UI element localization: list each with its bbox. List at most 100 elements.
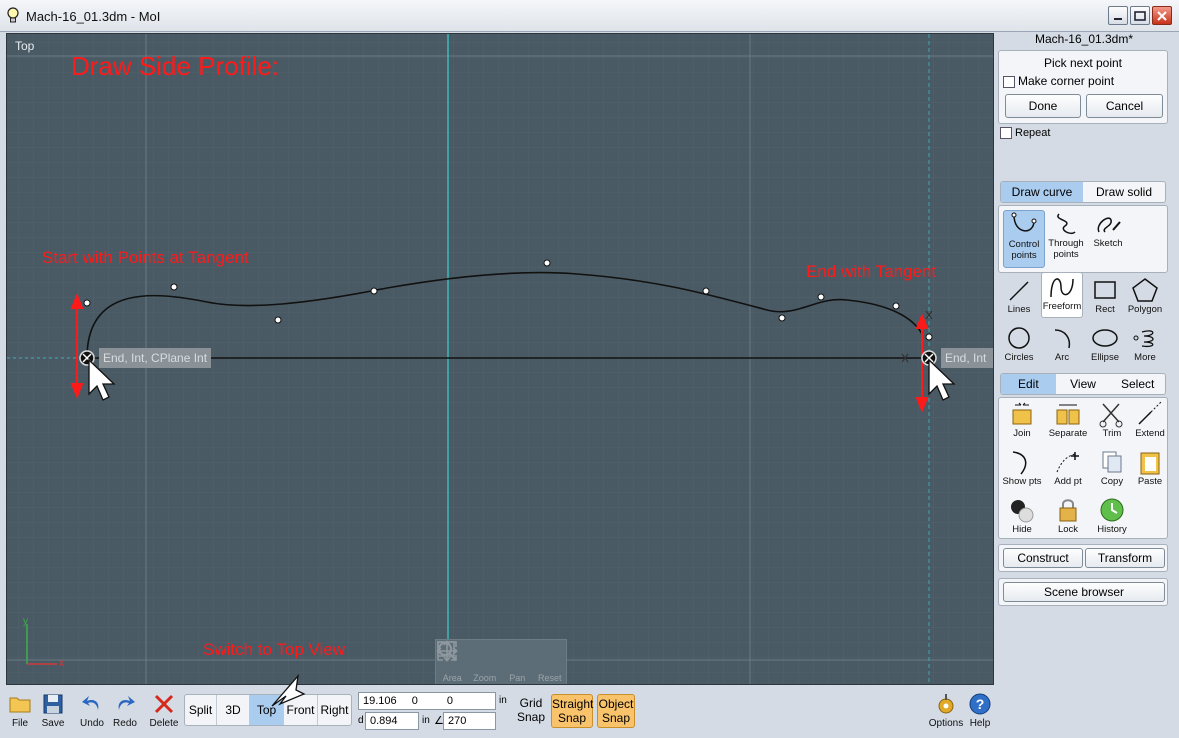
distance-input[interactable]: 0.894 <box>365 712 419 730</box>
freeform-tool[interactable]: Freeform <box>1041 272 1083 318</box>
repeat-checkbox[interactable] <box>1000 127 1012 140</box>
tab-draw-solid[interactable]: Draw solid <box>1083 182 1165 202</box>
paste-label: Paste <box>1137 476 1163 487</box>
polygon-label: Polygon <box>1127 304 1163 315</box>
delete-x-icon <box>154 694 174 714</box>
scene-browser-button[interactable]: Scene browser <box>1003 582 1165 602</box>
freeform-label: Freeform <box>1042 301 1082 312</box>
tab-view[interactable]: View <box>1056 374 1111 394</box>
folder-icon <box>9 697 31 713</box>
arc-icon <box>1054 329 1071 349</box>
lock-tool[interactable]: Lock <box>1047 496 1089 535</box>
control-point <box>778 314 786 322</box>
show-points-tool[interactable]: Show pts <box>1001 448 1043 487</box>
through-points-tool[interactable]: Through points <box>1045 210 1087 260</box>
rect-tool[interactable]: Rect <box>1084 276 1126 315</box>
repeat-option[interactable]: Repeat <box>1000 127 1050 140</box>
done-button[interactable]: Done <box>1005 94 1081 118</box>
circles-tool[interactable]: Circles <box>998 324 1040 363</box>
sketch-tool[interactable]: Sketch <box>1087 210 1129 249</box>
hide-tool[interactable]: Hide <box>1001 496 1043 535</box>
copy-icon <box>1102 451 1122 473</box>
options-button[interactable]: Options <box>926 692 966 736</box>
top-viewport[interactable]: Top Draw Side Profile: Start with Points… <box>6 33 994 685</box>
file-button[interactable]: File <box>2 692 38 736</box>
corner-point-checkbox[interactable] <box>1003 75 1015 88</box>
coordinate-input[interactable]: 19.106 0 0 <box>358 692 496 710</box>
control-points-tool[interactable]: Control points <box>1003 210 1045 268</box>
redo-button[interactable]: Redo <box>107 692 143 736</box>
save-button[interactable]: Save <box>35 692 71 736</box>
coord-x: 19.106 <box>363 695 397 707</box>
save-label: Save <box>41 718 65 729</box>
control-point <box>543 259 551 267</box>
undo-button[interactable]: Undo <box>74 692 110 736</box>
3d-view-button[interactable]: 3D <box>217 695 250 725</box>
circle-icon <box>1008 327 1030 349</box>
add-point-icon <box>1056 452 1079 473</box>
add-point-tool[interactable]: Add pt <box>1047 448 1089 487</box>
close-button[interactable] <box>1152 6 1172 25</box>
right-view-button[interactable]: Right <box>318 695 351 725</box>
separate-tool[interactable]: Separate <box>1047 400 1089 439</box>
grid-snap-button[interactable]: Grid Snap <box>514 694 548 728</box>
freeform-curve-icon <box>1050 278 1074 298</box>
rectangle-icon <box>1094 281 1116 299</box>
control-point <box>370 287 378 295</box>
straight-snap-button[interactable]: Straight Snap <box>551 694 593 728</box>
separate-label: Separate <box>1048 428 1088 439</box>
arc-tool[interactable]: Arc <box>1041 324 1083 363</box>
annotation-switch-view: Switch to Top View <box>203 640 346 659</box>
angle-input[interactable]: 270 <box>443 712 496 730</box>
close-icon <box>1157 10 1167 21</box>
zoom-tool[interactable]: Zoom <box>438 640 502 684</box>
control-point <box>83 299 91 307</box>
edit-tools-box: Join Separate Trim Extend Show pts Add p… <box>998 397 1168 539</box>
maximize-button[interactable] <box>1130 6 1150 25</box>
history-label: History <box>1097 524 1127 535</box>
split-view-button[interactable]: Split <box>185 695 217 725</box>
minimize-button[interactable] <box>1108 6 1128 25</box>
circles-label: Circles <box>1004 352 1034 363</box>
reset-tool[interactable]: Reset <box>437 640 567 684</box>
paste-tool[interactable]: Paste <box>1129 448 1171 487</box>
corner-point-option[interactable]: Make corner point <box>1003 74 1114 88</box>
join-tool[interactable]: Join <box>1001 400 1043 439</box>
object-snap-button[interactable]: Object Snap <box>597 694 635 728</box>
tab-edit[interactable]: Edit <box>1001 374 1056 394</box>
history-tool[interactable]: History <box>1091 496 1133 535</box>
extend-label: Extend <box>1135 428 1165 439</box>
ellipse-tool[interactable]: Ellipse <box>1084 324 1126 363</box>
more-tool[interactable]: More <box>1124 324 1166 363</box>
paste-clipboard-icon <box>1140 452 1160 475</box>
snap-tooltip-right: End, Int <box>941 348 993 368</box>
distance-unit: in <box>422 715 430 726</box>
cancel-button[interactable]: Cancel <box>1086 94 1163 118</box>
copy-tool[interactable]: Copy <box>1091 448 1133 487</box>
join-icon <box>1012 402 1032 425</box>
help-button[interactable]: ? Help <box>962 692 998 736</box>
pan-tool[interactable]: Pan <box>436 640 534 684</box>
through-points-label: Through points <box>1048 238 1084 260</box>
command-options-box: Pick next point Make corner point Done C… <box>998 50 1168 124</box>
more-label: More <box>1134 352 1156 363</box>
help-icon: ? <box>969 693 991 715</box>
trim-tool[interactable]: Trim <box>1091 400 1133 439</box>
annotation-start: Start with Points at Tangent <box>42 248 249 267</box>
redo-icon <box>118 696 135 710</box>
tab-draw-curve[interactable]: Draw curve <box>1001 182 1083 202</box>
file-name: Mach-16_01.3dm* <box>1034 32 1134 46</box>
extend-tool[interactable]: Extend <box>1129 400 1171 439</box>
control-points-curve-icon <box>1011 212 1037 232</box>
curve-tools-box: Control points Through points Sketch <box>998 205 1168 273</box>
polygon-tool[interactable]: Polygon <box>1124 276 1166 315</box>
tab-select[interactable]: Select <box>1110 374 1165 394</box>
viewport-label[interactable]: Top <box>15 39 34 53</box>
lines-tool[interactable]: Lines <box>998 276 1040 315</box>
construct-button[interactable]: Construct <box>1003 548 1083 568</box>
floppy-disk-icon <box>43 694 63 714</box>
transform-button[interactable]: Transform <box>1085 548 1165 568</box>
delete-button[interactable]: Delete <box>146 692 182 736</box>
add-point-label: Add pt <box>1054 476 1082 487</box>
undo-icon <box>82 696 99 710</box>
